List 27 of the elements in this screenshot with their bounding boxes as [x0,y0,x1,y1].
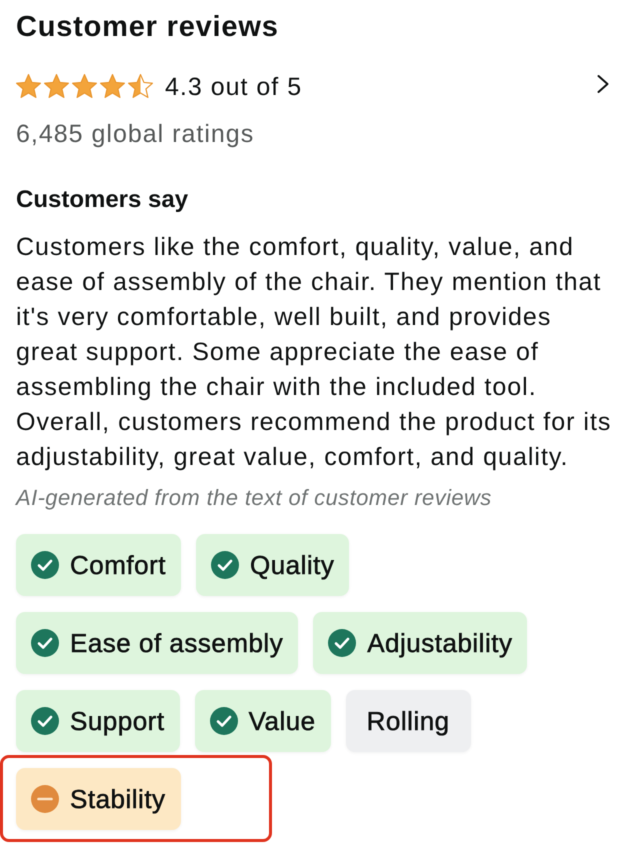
aspect-chip[interactable]: Ease of assembly [16,612,298,674]
minus-circle-icon [31,785,59,813]
check-circle-icon [210,707,238,735]
summary-text: Customers like the comfort, quality, value, and ease of assembly of the chair. They mention that it's very comfortable, well built, and provides great support. Some appreciate the ease of assembling the chair with the included tool. Overall, customers recommend the product for its adjustability, great value, comfort, and quality. [16,232,612,473]
star-icon [16,74,41,98]
check-circle-icon [31,551,59,579]
aspect-chip[interactable]: Value [194,690,331,752]
aspect-chip[interactable]: Rolling [346,690,471,752]
chevron-right-icon[interactable] [596,74,610,94]
aspect-chip[interactable]: Comfort [16,534,181,596]
check-circle-icon [328,629,356,657]
check-circle-icon [31,629,59,657]
section-title: Customer reviews [16,10,280,44]
check-circle-icon [31,707,59,735]
aspect-chip[interactable]: Adjustability [313,612,528,674]
summary-heading: Customers say [16,186,190,214]
rating-text: 4.3 out of 5 [165,72,302,102]
star-icon [72,74,97,98]
aspect-chip[interactable]: Support [16,690,180,752]
star-icon [44,74,69,98]
star-icon [128,74,153,98]
star-icon [100,74,125,98]
ai-note: AI-generated from the text of customer reviews [16,485,493,511]
check-circle-icon [210,551,239,579]
aspect-chip[interactable]: Quality [196,534,350,596]
aspect-chip[interactable]: Stability [16,768,181,830]
ratings-count: 6,485 global ratings [16,119,256,149]
